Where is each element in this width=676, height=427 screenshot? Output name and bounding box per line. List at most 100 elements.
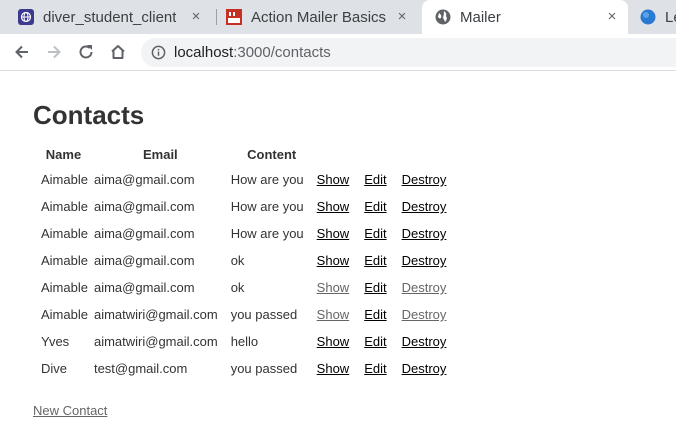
column-header-content: Content — [247, 146, 297, 162]
info-icon[interactable] — [151, 45, 166, 60]
forward-button[interactable] — [42, 40, 66, 64]
cell-action: Destroy — [401, 356, 459, 381]
globe-icon — [435, 9, 451, 25]
cell-action: Show — [316, 329, 362, 354]
table-row: Yves aimatwiri@gmail.com hello Show Edit Dest… — [36, 329, 458, 354]
cell-email: aimatwiri@gmail.com — [93, 307, 218, 322]
cell-content: you passed — [230, 307, 298, 322]
cell-action: Destroy — [401, 302, 459, 327]
tab-title: diver_student_client — [43, 8, 177, 26]
cell-name: Dive — [41, 361, 68, 376]
cell-name: Aimable — [41, 172, 88, 187]
cell-action: Edit — [363, 329, 398, 354]
table-row: Aimable aima@gmail.com ok Show Edit Destroy — [36, 275, 458, 300]
destroy-link[interactable]: Destroy — [402, 280, 447, 295]
destroy-link[interactable]: Destroy — [402, 307, 447, 322]
close-icon[interactable]: × — [394, 9, 410, 25]
cell-content: How are you — [230, 199, 304, 214]
close-icon[interactable]: × — [188, 9, 204, 25]
close-icon[interactable]: × — [604, 9, 620, 25]
cell-action: Edit — [363, 221, 398, 246]
column-header-actions — [316, 143, 459, 165]
edit-link[interactable]: Edit — [364, 253, 386, 268]
edit-link[interactable]: Edit — [364, 334, 386, 349]
cell-content: ok — [230, 280, 245, 295]
show-link[interactable]: Show — [317, 253, 350, 268]
page-title: Contacts — [33, 100, 145, 130]
show-link[interactable]: Show — [317, 334, 350, 349]
cell-action: Edit — [363, 275, 398, 300]
cell-name: Yves — [41, 334, 70, 349]
table-row: Aimable aima@gmail.com How are you Show Edit… — [36, 167, 458, 192]
show-link[interactable]: Show — [317, 307, 350, 322]
cell-email: aima@gmail.com — [93, 172, 195, 187]
show-link[interactable]: Show — [317, 199, 350, 214]
rails-guides-icon — [226, 9, 242, 25]
column-header-email: Email — [142, 146, 178, 162]
cell-email: aimatwiri@gmail.com — [93, 334, 218, 349]
cell-action: Destroy — [401, 248, 459, 273]
cell-action: Edit — [363, 302, 398, 327]
tab-action-mailer-basics[interactable]: Action Mailer Basics × — [218, 0, 418, 34]
show-link[interactable]: Show — [317, 280, 350, 295]
show-link[interactable]: Show — [317, 226, 350, 241]
cell-content: hello — [230, 334, 259, 349]
home-button[interactable] — [106, 40, 130, 64]
tab-divider — [216, 9, 217, 25]
cell-action: Destroy — [401, 329, 459, 354]
blue-circle-icon — [640, 9, 656, 25]
tab-diver-student-client[interactable]: diver_student_client × — [12, 0, 212, 34]
tab-partial[interactable]: Le — [632, 0, 676, 34]
destroy-link[interactable]: Destroy — [402, 199, 447, 214]
cell-action: Destroy — [401, 194, 459, 219]
cell-action: Edit — [363, 356, 398, 381]
show-link[interactable]: Show — [317, 361, 350, 376]
browser-toolbar: localhost:3000/contacts — [0, 34, 676, 71]
tab-title: Action Mailer Basics — [251, 8, 387, 26]
cell-action: Show — [316, 302, 362, 327]
cell-action: Show — [316, 275, 362, 300]
table-row: Aimable aima@gmail.com How are you Show Edit… — [36, 194, 458, 219]
edit-link[interactable]: Edit — [364, 280, 386, 295]
reload-button[interactable] — [74, 40, 98, 64]
edit-link[interactable]: Edit — [364, 199, 386, 214]
show-link[interactable]: Show — [317, 172, 350, 187]
cell-email: aima@gmail.com — [93, 253, 195, 268]
cell-content: you passed — [230, 361, 298, 376]
cell-action: Show — [316, 194, 362, 219]
cell-email: aima@gmail.com — [93, 226, 195, 241]
edit-link[interactable]: Edit — [364, 172, 386, 187]
destroy-link[interactable]: Destroy — [402, 226, 447, 241]
destroy-link[interactable]: Destroy — [402, 361, 447, 376]
url-text: localhost:3000/contacts — [174, 44, 331, 61]
cell-action: Show — [316, 248, 362, 273]
cell-content: ok — [230, 253, 245, 268]
cell-action: Edit — [363, 167, 398, 192]
tab-title: Mailer — [460, 8, 501, 26]
home-icon — [111, 45, 125, 59]
edit-link[interactable]: Edit — [364, 226, 386, 241]
cell-name: Aimable — [41, 199, 88, 214]
tab-mailer[interactable]: Mailer × — [422, 0, 628, 34]
destroy-link[interactable]: Destroy — [402, 334, 447, 349]
cell-content: How are you — [230, 172, 304, 187]
table-row: Aimable aimatwiri@gmail.com you passed Show… — [36, 302, 458, 327]
address-bar[interactable]: localhost:3000/contacts — [141, 38, 676, 67]
destroy-link[interactable]: Destroy — [402, 253, 447, 268]
new-contact-link[interactable]: New Contact — [33, 403, 107, 418]
cell-name: Aimable — [41, 226, 88, 241]
cell-action: Show — [316, 167, 362, 192]
back-button[interactable] — [10, 40, 34, 64]
cell-action: Edit — [363, 248, 398, 273]
tab-strip: diver_student_client × Action Mailer Bas… — [0, 0, 676, 34]
cell-name: Aimable — [41, 253, 88, 268]
destroy-link[interactable]: Destroy — [402, 172, 447, 187]
table-header-row: Name Email Content — [36, 143, 458, 165]
contacts-table: Name Email Content Aimable aima@gmail.com… — [34, 141, 460, 383]
cell-email: aima@gmail.com — [93, 199, 195, 214]
edit-link[interactable]: Edit — [364, 307, 386, 322]
table-body: Aimable aima@gmail.com How are you Show Edit… — [36, 167, 458, 381]
column-header-name: Name — [45, 146, 82, 162]
reload-icon — [79, 45, 93, 59]
edit-link[interactable]: Edit — [364, 361, 386, 376]
